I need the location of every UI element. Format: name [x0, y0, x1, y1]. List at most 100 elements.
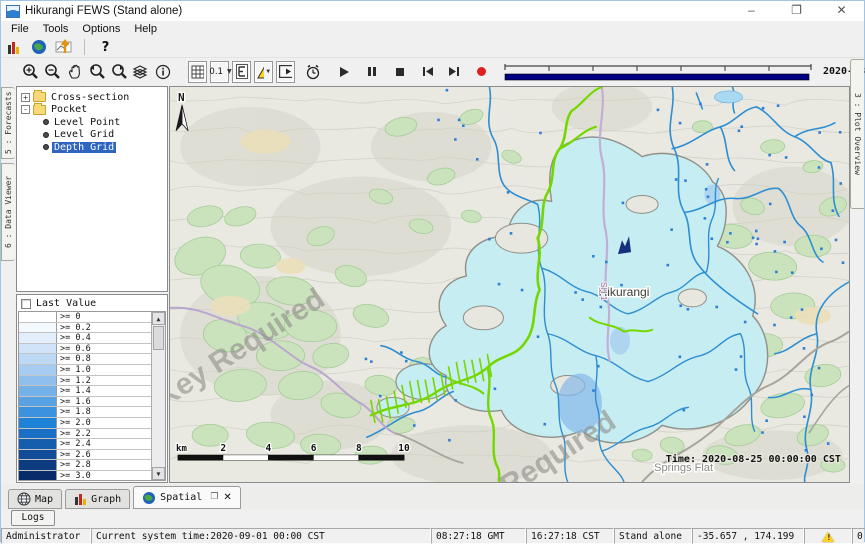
stop-button[interactable]	[390, 61, 409, 83]
legend-color-swatch	[19, 471, 57, 481]
sidebar-tab-forecasts[interactable]: 5 : Forecasts	[1, 87, 15, 159]
legend-row[interactable]: >= 2.8	[19, 460, 151, 471]
legend-threshold-label: >= 2.6	[57, 450, 151, 460]
legend-threshold-label: >= 0.2	[57, 323, 151, 333]
zoom-previous-icon[interactable]	[87, 61, 106, 83]
logs-button[interactable]: Logs	[11, 510, 55, 526]
wire-globe-icon	[17, 492, 31, 506]
globe-icon[interactable]	[29, 36, 48, 58]
legend-threshold-label: >= 1.2	[57, 376, 151, 386]
legend-color-swatch	[19, 365, 57, 375]
scrollbar-thumb[interactable]	[153, 326, 164, 350]
time-slider[interactable]	[502, 61, 814, 83]
tree-item-label[interactable]: Pocket	[49, 104, 89, 115]
time-slider-ruler[interactable]	[502, 61, 814, 83]
legend-threshold-label: >= 2.0	[57, 418, 151, 428]
tree-item-label-selected[interactable]: Depth Grid	[52, 142, 116, 153]
record-button[interactable]	[472, 61, 491, 83]
legend-row[interactable]: >= 2.0	[19, 418, 151, 429]
tab-graph-label: Graph	[91, 494, 121, 505]
tree-item-level-grid[interactable]: Level Grid	[21, 129, 167, 142]
chevron-down-icon: ▼	[227, 68, 232, 75]
tab-map[interactable]: Map	[8, 489, 62, 509]
legend-row[interactable]: >= 2.6	[19, 450, 151, 461]
legend-row[interactable]: >= 3.0	[19, 471, 151, 481]
collapse-icon[interactable]: -	[21, 105, 30, 114]
legend-row[interactable]: >= 1.4	[19, 386, 151, 397]
timeseries-chart-icon[interactable]	[54, 36, 73, 58]
pause-button[interactable]	[362, 61, 381, 83]
legend-row[interactable]: >= 1.0	[19, 365, 151, 376]
expand-icon[interactable]: +	[21, 93, 30, 102]
legend-row[interactable]: >= 0.8	[19, 354, 151, 365]
legend-row[interactable]: >= 0.4	[19, 333, 151, 344]
legend-row[interactable]: >= 0.6	[19, 344, 151, 355]
animation-player-button[interactable]	[276, 61, 295, 83]
play-button[interactable]	[334, 61, 353, 83]
opacity-dropdown[interactable]: 0.1 ▼	[210, 61, 229, 83]
help-button[interactable]: ?	[96, 36, 115, 58]
pan-hand-icon[interactable]	[65, 61, 84, 83]
menu-help[interactable]: Help	[127, 23, 164, 35]
zoom-out-icon[interactable]	[43, 61, 62, 83]
warnings-dropdown[interactable]: ▼	[254, 61, 273, 83]
legend-threshold-label: >= 0	[57, 312, 151, 322]
legend-row[interactable]: >= 1.2	[19, 376, 151, 387]
menu-bar: File Tools Options Help	[1, 21, 864, 37]
tree-item-cross-section[interactable]: + Cross-section	[21, 91, 167, 104]
skip-to-end-button[interactable]	[444, 61, 463, 83]
menu-tools[interactable]: Tools	[36, 23, 76, 35]
legend-color-swatch	[19, 323, 57, 333]
legend-panel: Last Value >= 0>= 0.2>= 0.4>= 0.6>= 0.8>…	[16, 294, 168, 483]
folder-icon	[33, 105, 46, 115]
legend-scrollbar[interactable]: ▲ ▼	[151, 312, 165, 480]
tree-item-label[interactable]: Level Grid	[52, 129, 116, 140]
skip-to-start-button[interactable]	[418, 61, 437, 83]
legend-color-swatch	[19, 450, 57, 460]
bottom-tab-bar: Map Graph Spatial ❐ ✕	[1, 484, 864, 509]
left-panel: + Cross-section - Pocket Level Point Lev…	[15, 85, 169, 484]
info-icon[interactable]	[153, 61, 172, 83]
legend-row[interactable]: >= 1.8	[19, 407, 151, 418]
legend-row[interactable]: >= 2.2	[19, 429, 151, 440]
close-button[interactable]: ✕	[819, 1, 864, 21]
zoom-in-icon[interactable]	[21, 61, 40, 83]
legend-color-swatch	[19, 376, 57, 386]
zoom-next-icon[interactable]	[109, 61, 128, 83]
tree-item-depth-grid[interactable]: Depth Grid	[21, 141, 167, 154]
sidebar-tab-data-viewer[interactable]: 6 : Data Viewer	[1, 163, 15, 261]
last-value-checkbox[interactable]	[21, 299, 31, 309]
maximize-button[interactable]: ❐	[774, 1, 819, 21]
animation-settings-icon[interactable]	[304, 61, 323, 83]
legend-threshold-label: >= 1.4	[57, 386, 151, 396]
tab-close-icon[interactable]: ✕	[223, 492, 231, 503]
flood-map[interactable]: API Key Required API Key Required Hikura…	[170, 87, 849, 482]
tree-item-level-point[interactable]: Level Point	[21, 116, 167, 129]
layers-icon[interactable]	[131, 61, 150, 83]
bar-chart-icon	[74, 493, 87, 506]
lake	[714, 91, 742, 103]
tree-item-pocket[interactable]: - Pocket	[21, 104, 167, 117]
sidebar-tab-plot-overview[interactable]: 3 : Plot Overview	[850, 59, 864, 209]
scroll-down-icon[interactable]: ▼	[152, 467, 165, 480]
bullet-icon	[43, 119, 49, 125]
legend-row[interactable]: >= 2.4	[19, 439, 151, 450]
longitudinal-profile-button[interactable]	[232, 61, 251, 83]
tab-spatial[interactable]: Spatial ❐ ✕	[133, 486, 241, 509]
database-icon[interactable]	[4, 36, 23, 58]
tree-item-label[interactable]: Level Point	[52, 117, 122, 128]
minimize-button[interactable]: –	[729, 1, 774, 21]
legend-row[interactable]: >= 0	[19, 312, 151, 323]
legend-row[interactable]: >= 1.6	[19, 397, 151, 408]
logs-row: Logs	[1, 509, 864, 528]
legend-row[interactable]: >= 0.2	[19, 323, 151, 334]
menu-file[interactable]: File	[4, 23, 36, 35]
tab-graph[interactable]: Graph	[65, 489, 130, 509]
tree-item-label[interactable]: Cross-section	[49, 92, 131, 103]
grid-display-button[interactable]	[188, 61, 207, 83]
tab-restore-icon[interactable]: ❐	[210, 492, 218, 503]
menu-options[interactable]: Options	[75, 23, 127, 35]
map-view[interactable]: API Key Required API Key Required Hikura…	[169, 86, 850, 483]
legend-color-swatch	[19, 333, 57, 343]
scroll-up-icon[interactable]: ▲	[152, 312, 165, 325]
